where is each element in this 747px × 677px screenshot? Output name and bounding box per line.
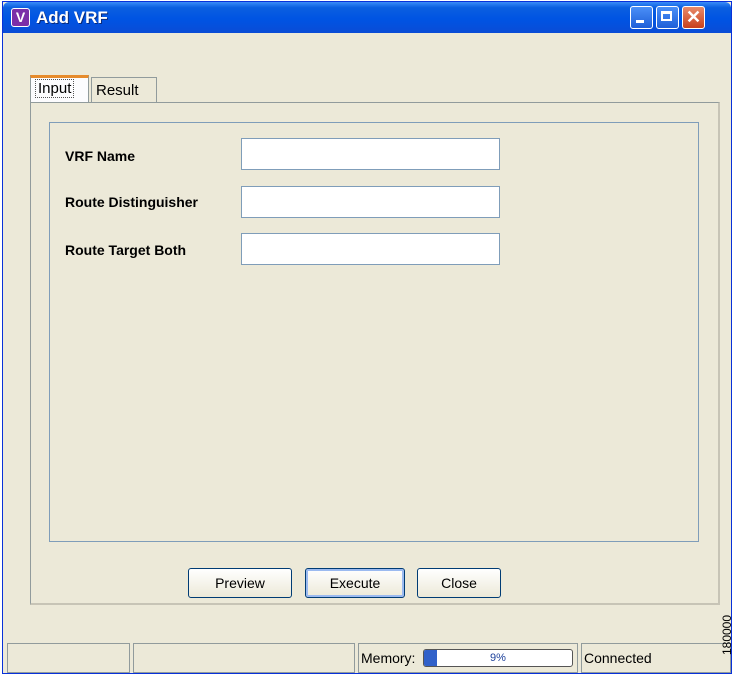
tab-result-label: Result bbox=[96, 82, 139, 99]
memory-progress-bar: 9% bbox=[423, 649, 573, 667]
vrf-name-label: VRF Name bbox=[65, 148, 136, 164]
connection-status: Connected bbox=[581, 643, 731, 673]
close-icon: ✕ bbox=[685, 7, 702, 27]
status-cell-1 bbox=[7, 643, 130, 673]
input-tab-panel: VRF Name Route Distinguisher Route Targe… bbox=[30, 102, 720, 605]
close-window-button[interactable]: ✕ bbox=[682, 6, 705, 29]
route-target-both-input[interactable] bbox=[241, 233, 500, 265]
status-cell-2 bbox=[133, 643, 355, 673]
memory-status: Memory: 9% bbox=[358, 643, 578, 673]
add-vrf-window: V Add VRF ✕ Input Result VRF Name Route … bbox=[2, 1, 732, 674]
maximize-icon bbox=[661, 11, 672, 21]
tab-input[interactable]: Input bbox=[30, 75, 89, 103]
preview-button[interactable]: Preview bbox=[188, 568, 292, 598]
app-icon: V bbox=[11, 8, 30, 27]
memory-percent: 9% bbox=[490, 652, 506, 664]
memory-label: Memory: bbox=[361, 650, 416, 666]
execute-button[interactable]: Execute bbox=[305, 568, 405, 598]
figure-id-label: 180000 bbox=[720, 602, 747, 672]
route-target-both-label: Route Target Both bbox=[65, 242, 187, 258]
minimize-icon bbox=[636, 20, 644, 23]
tab-result[interactable]: Result bbox=[91, 77, 157, 103]
window-title: Add VRF bbox=[36, 8, 108, 27]
title-bar[interactable]: V Add VRF ✕ bbox=[3, 2, 731, 33]
figure-id-text: 180000 bbox=[720, 614, 735, 656]
minimize-button[interactable] bbox=[630, 6, 653, 29]
maximize-button[interactable] bbox=[656, 6, 679, 29]
connection-status-text: Connected bbox=[584, 650, 652, 666]
route-distinguisher-input[interactable] bbox=[241, 186, 500, 218]
vrf-form: VRF Name Route Distinguisher Route Targe… bbox=[49, 122, 699, 542]
status-bar: Memory: 9% Connected bbox=[3, 643, 733, 674]
tab-input-label: Input bbox=[35, 79, 75, 98]
close-button[interactable]: Close bbox=[417, 568, 501, 598]
vrf-name-input[interactable] bbox=[241, 138, 500, 170]
route-distinguisher-label: Route Distinguisher bbox=[65, 194, 199, 210]
